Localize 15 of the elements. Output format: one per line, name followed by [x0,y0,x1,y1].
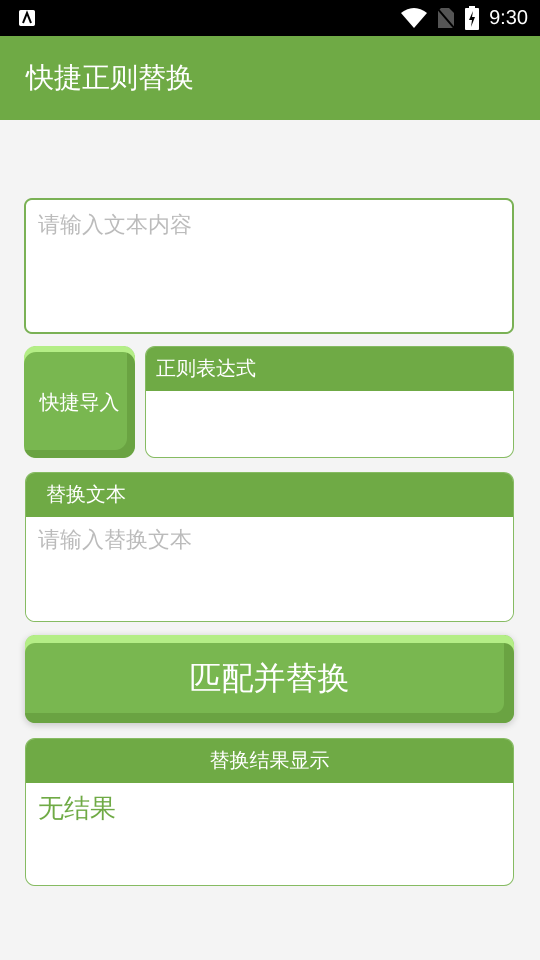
match-replace-button[interactable]: 匹配并替换 [25,635,514,723]
clock-time: 9:30 [489,6,528,30]
result-header: 替换结果显示 [26,739,513,783]
app-title: 快捷正则替换 [26,60,194,96]
wifi-icon [401,8,428,28]
quick-import-button[interactable]: 快捷导入 [24,346,135,458]
no-sim-icon [437,7,456,29]
regex-header: 正则表达式 [146,347,513,391]
notification-icon [18,9,36,27]
result-text: 无结果 [38,794,116,824]
regex-input-field[interactable]: 正则表达式 [145,346,514,458]
replace-input-field[interactable]: 替换文本 请输入替换文本 [25,472,514,622]
battery-charging-icon [465,6,480,30]
replace-header: 替换文本 [26,473,513,517]
text-input-field[interactable]: 请输入文本内容 [24,198,514,334]
